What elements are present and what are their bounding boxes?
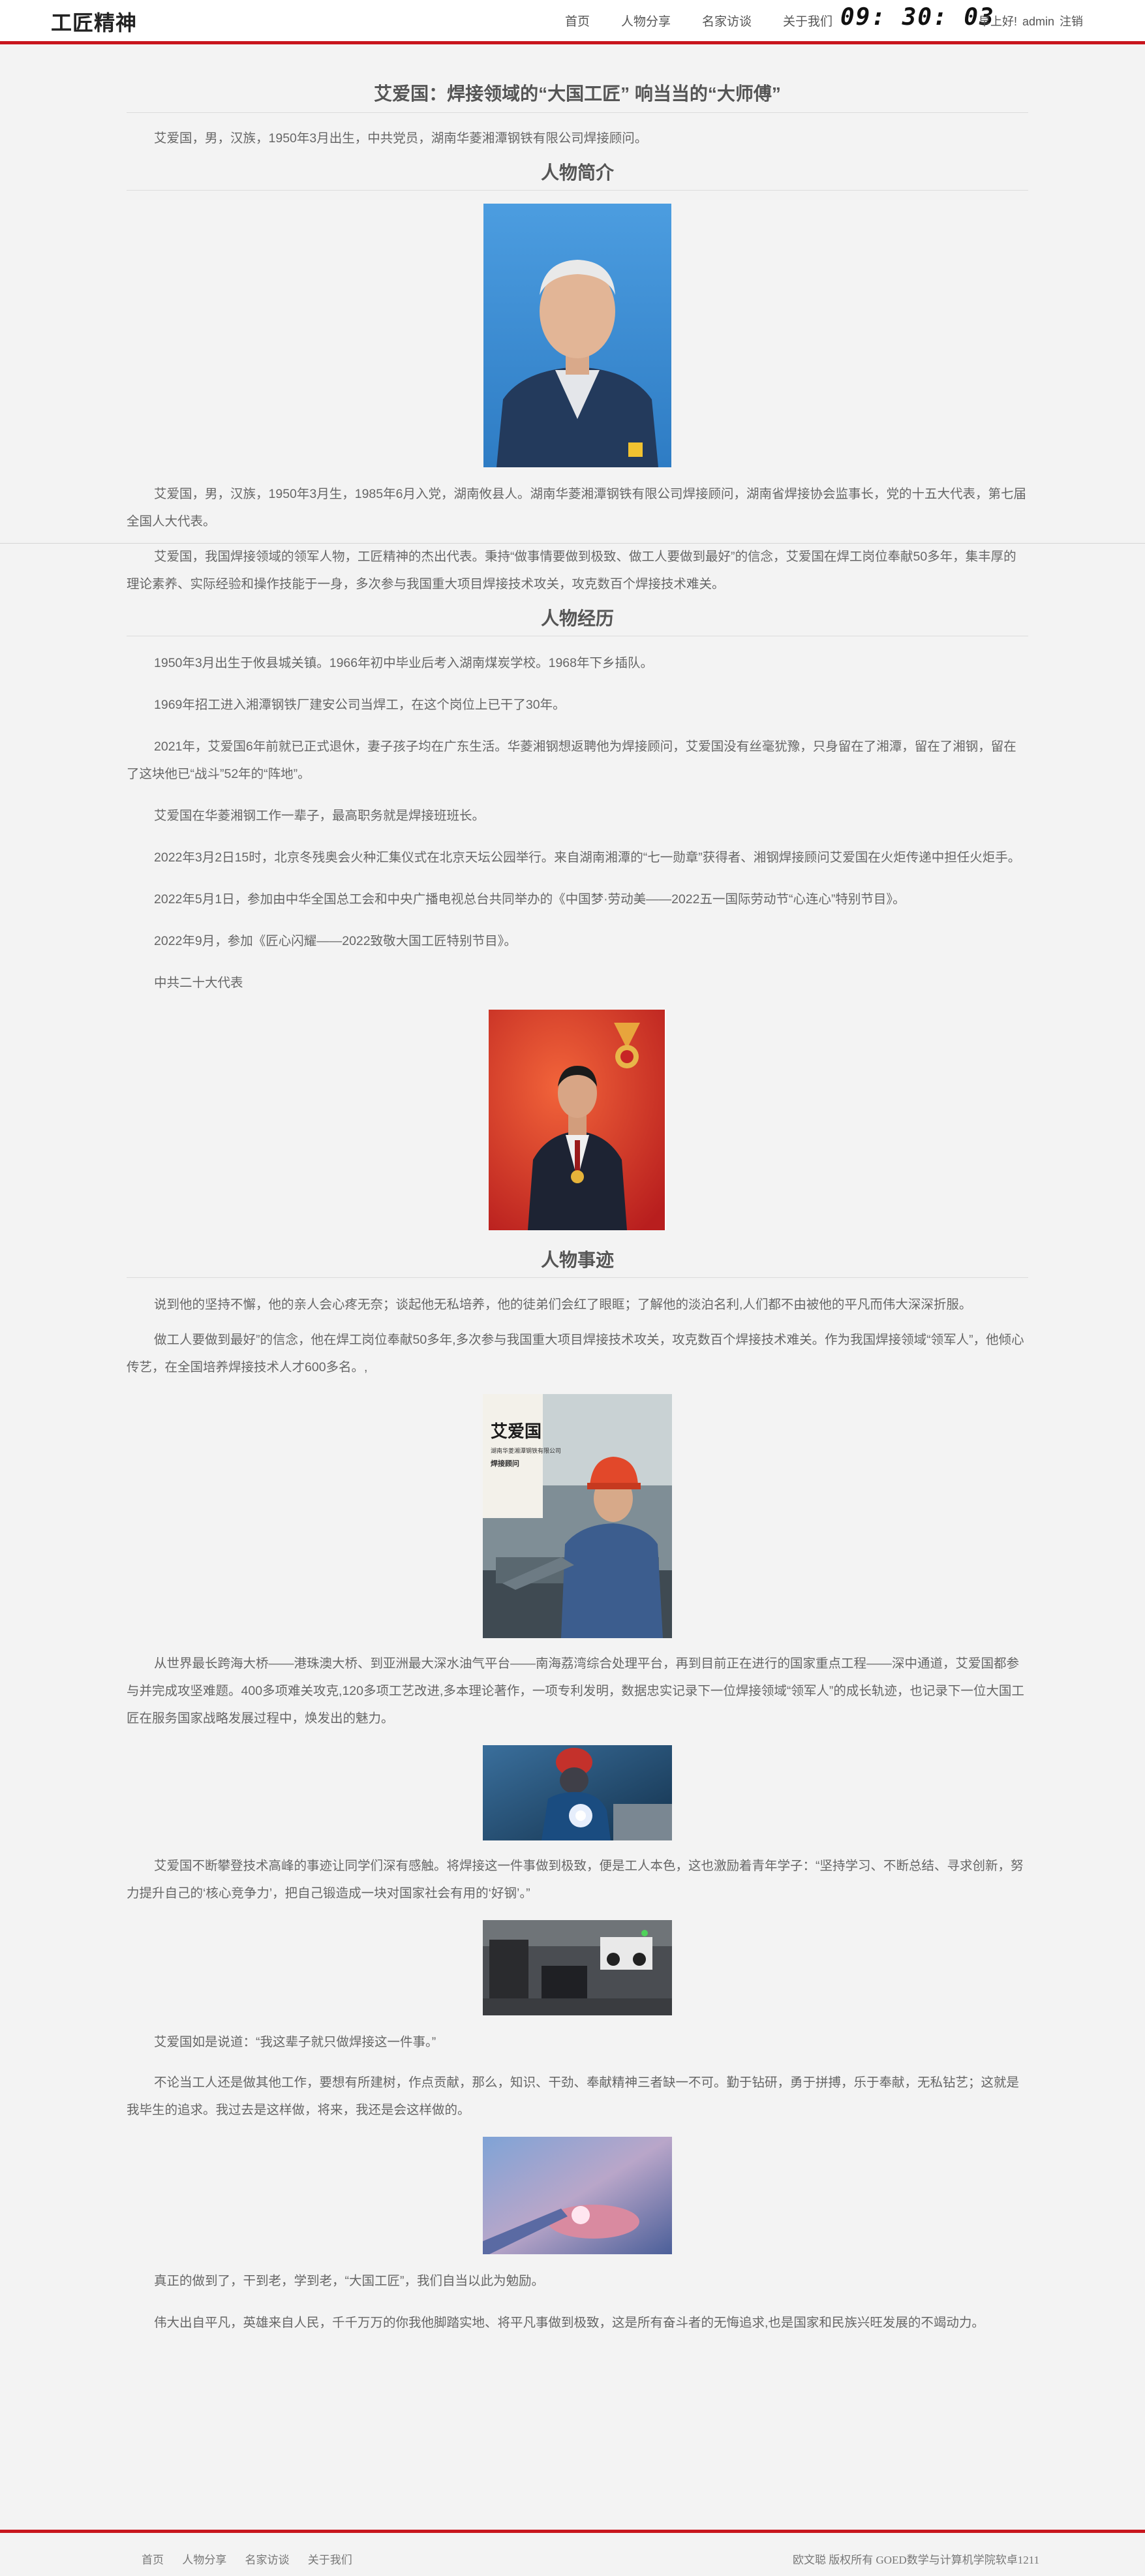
nav-home[interactable]: 首页 (565, 12, 590, 29)
experience-paragraph: 2022年3月2日15时，北京冬残奥会火种汇集仪式在北京天坛公园举行。来自湖南湘… (154, 850, 1021, 865)
deeds-paragraph: 做工人要做到最好”的信念，他在焊工岗位奉献50多年,多次参与我国重大项目焊接技术… (127, 1333, 1024, 1374)
footer-nav-home[interactable]: 首页 (142, 2554, 164, 2566)
section-heading-experience: 人物经历 (127, 604, 1028, 636)
experience-paragraph: 中共二十大代表 (154, 976, 243, 990)
deeds-paragraph: 说到他的坚持不懈，他的亲人会心疼无奈；谈起他无私培养，他的徒弟们会红了眼眶；了解… (154, 1297, 972, 1312)
deeds-paragraph: 艾爱国如是说道：“我这辈子就只做焊接这一件事。” (154, 2035, 436, 2049)
workshop-photo (127, 1920, 1028, 2015)
deeds-paragraph: 从世界最长跨海大桥——港珠澳大桥、到亚洲最大深水油气平台——南海荔湾综合处理平台… (127, 1656, 1024, 1726)
nav-interviews[interactable]: 名家访谈 (702, 12, 752, 29)
copyright-text: 欧文聪 版权所有 GOED数学与计算机学院软卓1211 (793, 2554, 1040, 2566)
main-nav: 首页 人物分享 名家访谈 关于我们 (565, 12, 864, 29)
medal-photo (127, 1010, 1028, 1230)
sparks-photo (127, 1745, 1028, 1840)
experience-paragraph: 2022年5月1日，参加由中华全国总工会和中央广播电视总台共同举办的《中国梦·劳… (154, 892, 906, 907)
welding-closeup-photo (127, 2137, 1028, 2254)
section-heading-deeds: 人物事迹 (127, 1246, 1028, 1278)
footer-nav-people-share[interactable]: 人物分享 (182, 2554, 226, 2566)
deeds-paragraph: 真正的做到了，干到老，学到老，“大国工匠”，我们自当以此为勉励。 (154, 2274, 544, 2288)
experience-paragraph: 2021年，艾爱国6年前就已正式退休，妻子孩子均在广东生活。华菱湘钢想返聘他为焊… (127, 739, 1016, 781)
nav-about[interactable]: 关于我们 (783, 12, 832, 29)
poster-company: 湖南华菱湘潭钢铁有限公司 (491, 1447, 561, 1454)
medal-image (489, 1010, 666, 1230)
top-navbar: 工匠精神 首页 人物分享 名家访谈 关于我们 09: 30: 03 早上好! ad… (0, 0, 1145, 44)
experience-paragraph: 1969年招工进入湘潭钢铁厂建安公司当焊工，在这个岗位上已干了30年。 (154, 698, 566, 712)
sparks-image (483, 1745, 672, 1840)
poster-role: 焊接顾问 (491, 1459, 519, 1468)
profile-paragraph: 艾爱国，我国焊接领域的领军人物，工匠精神的杰出代表。秉持“做事情要做到极致、做工… (127, 550, 1016, 591)
logout-link[interactable]: 注销 (1060, 15, 1083, 28)
article: 艾爱国：焊接领域的“大国工匠” 响当当的“大师傅” 艾爱国，男，汉族，1950年… (127, 80, 1028, 2336)
experience-paragraph: 1950年3月出生于攸县城关镇。1966年初中毕业后考入湖南煤炭学校。1968年… (154, 656, 653, 670)
welding-closeup-image (483, 2137, 672, 2254)
username[interactable]: admin (1022, 15, 1054, 28)
article-title: 艾爱国：焊接领域的“大国工匠” 响当当的“大师傅” (127, 80, 1028, 113)
deeds-paragraph: 艾爱国不断攀登技术高峰的事迹让同学们深有感触。将焊接这一件事做到极致，便是工人本… (127, 1859, 1024, 1901)
welder-poster-photo: 艾爱国 湖南华菱湘潭钢铁有限公司 焊接顾问 (127, 1394, 1028, 1638)
portrait-image (483, 204, 671, 467)
welder-poster-image: 艾爱国 湖南华菱湘潭钢铁有限公司 焊接顾问 (483, 1394, 672, 1638)
intro-paragraph: 艾爱国，男，汉族，1950年3月出生，中共党员，湖南华菱湘潭钢铁有限公司焊接顾问… (154, 131, 648, 146)
site-logo[interactable]: 工匠精神 (51, 7, 137, 37)
digital-clock: 09: 30: 03 (840, 4, 995, 31)
footer-nav-interviews[interactable]: 名家访谈 (245, 2554, 290, 2566)
footer-nav: 首页 人物分享 名家访谈 关于我们 (142, 2551, 368, 2567)
footer-nav-about[interactable]: 关于我们 (308, 2554, 352, 2566)
greeting-text: 早上好! (979, 15, 1018, 28)
portrait-photo (127, 204, 1028, 467)
workshop-image (483, 1920, 672, 2015)
profile-paragraph: 艾爱国，男，汉族，1950年3月生，1985年6月入党，湖南攸县人。湖南华菱湘潭… (127, 487, 1026, 529)
section-heading-profile: 人物简介 (127, 159, 1028, 191)
experience-paragraph: 2022年9月，参加《匠心闪耀——2022致敬大国工匠特别节目》。 (154, 934, 517, 948)
deeds-paragraph: 不论当工人还是做其他工作，要想有所建树，作点贡献，那么，知识、干劲、奉献精神三者… (127, 2075, 1020, 2117)
nav-people-share[interactable]: 人物分享 (621, 12, 671, 29)
page-footer: 首页 人物分享 名家访谈 关于我们 欧文聪 版权所有 GOED数学与计算机学院软… (0, 2530, 1145, 2576)
poster-name: 艾爱国 (491, 1422, 542, 1441)
experience-paragraph: 艾爱国在华菱湘钢工作一辈子，最高职务就是焊接班班长。 (154, 809, 485, 823)
user-greeting: 早上好! admin 注销 (979, 12, 1088, 29)
deeds-paragraph: 伟大出自平凡，英雄来自人民，千千万万的你我他脚踏实地、将平凡事做到极致，这是所有… (154, 2316, 985, 2330)
